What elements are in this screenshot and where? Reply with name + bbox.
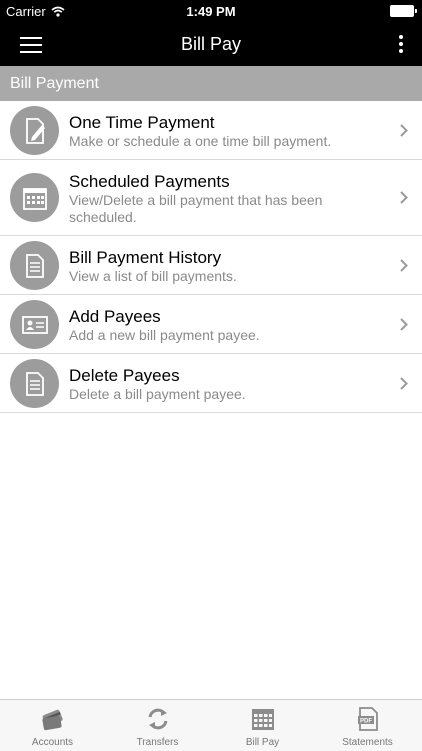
tab-label: Accounts: [31, 737, 74, 748]
item-title: One Time Payment: [69, 113, 215, 132]
svg-text:PDF: PDF: [360, 719, 372, 725]
tab-bill-pay[interactable]: Bill Pay: [210, 700, 315, 751]
list-item-add-payees[interactable]: Add Payees Add a new bill payment payee.: [0, 295, 422, 354]
tab-transfers[interactable]: Transfers: [105, 700, 210, 751]
tab-label: Statements: [342, 737, 393, 748]
item-subtitle: View/Delete a bill payment that has been…: [69, 192, 323, 225]
list-item-one-time-payment[interactable]: One Time Payment Make or schedule a one …: [0, 101, 422, 160]
chevron-right-icon: [400, 259, 408, 272]
tab-statements[interactable]: PDF Statements: [315, 700, 420, 751]
refresh-arrows-icon: [148, 708, 168, 730]
pdf-icon: PDF: [358, 707, 378, 731]
list-item-delete-payees[interactable]: Delete Payees Delete a bill payment paye…: [0, 354, 422, 413]
tab-label: Bill Pay: [245, 737, 280, 748]
chevron-right-icon: [400, 318, 408, 331]
more-options-icon[interactable]: [398, 35, 404, 53]
chevron-right-icon: [400, 377, 408, 390]
item-title: Scheduled Payments: [69, 172, 230, 191]
nav-bar: Bill Pay: [0, 22, 422, 66]
status-time: 1:49 PM: [186, 4, 236, 19]
tab-accounts[interactable]: Accounts: [0, 700, 105, 751]
tab-bar: Accounts Transfers Bill Pay PDF Statemen…: [0, 699, 422, 751]
bill-pay-menu-list: One Time Payment Make or schedule a one …: [0, 101, 422, 413]
chevron-right-icon: [400, 124, 408, 137]
cards-icon: [42, 709, 63, 731]
list-item-bill-payment-history[interactable]: Bill Payment History View a list of bill…: [0, 236, 422, 295]
document-list-icon: [10, 359, 59, 408]
chevron-right-icon: [400, 191, 408, 204]
item-title: Bill Payment History: [69, 248, 222, 267]
item-subtitle: Make or schedule a one time bill payment…: [69, 133, 332, 149]
item-subtitle: View a list of bill payments.: [69, 268, 237, 284]
calendar-icon: [10, 173, 59, 222]
item-subtitle: Delete a bill payment payee.: [69, 386, 246, 402]
id-card-icon: [10, 300, 59, 349]
document-list-icon: [10, 241, 59, 290]
item-title: Add Payees: [69, 307, 161, 326]
calendar-icon: [252, 709, 274, 730]
battery-icon: [390, 5, 417, 17]
tab-label: Transfers: [136, 737, 179, 748]
status-bar: Carrier 1:49 PM: [0, 0, 422, 22]
list-item-scheduled-payments[interactable]: Scheduled Payments View/Delete a bill pa…: [0, 160, 422, 236]
item-title: Delete Payees: [69, 366, 180, 385]
page-title: Bill Pay: [180, 34, 242, 54]
section-header: Bill Payment: [0, 66, 422, 101]
item-subtitle: Add a new bill payment payee.: [69, 327, 260, 343]
pencil-document-icon: [10, 106, 59, 155]
